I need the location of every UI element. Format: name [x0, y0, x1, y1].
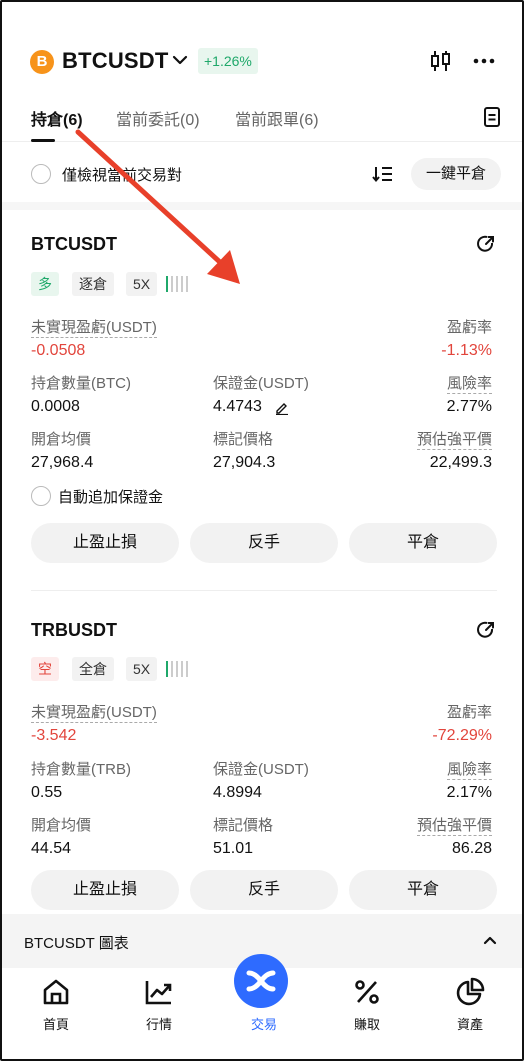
active-tab-indicator [31, 139, 55, 142]
position-size-label: 持倉數量(TRB) [31, 761, 131, 778]
more-icon[interactable] [472, 50, 496, 72]
mark-price-value: 27,904.3 [213, 454, 276, 471]
price-change-badge: +1.26% [198, 48, 258, 74]
auto-add-margin-radio[interactable] [31, 486, 51, 506]
mark-price-value: 51.01 [213, 840, 254, 857]
margin-label: 保證金(USDT) [213, 761, 309, 778]
filter-row: 僅檢視當前交易對 一鍵平倉 [2, 154, 522, 194]
tab-open-orders[interactable]: 當前委託(0) [116, 106, 200, 130]
current-pair-only-label: 僅檢視當前交易對 [62, 167, 183, 184]
share-icon[interactable] [476, 620, 496, 640]
liquidation-price-value: 86.28 [451, 840, 492, 857]
leverage-level-bars [166, 276, 191, 294]
side-tag: 多 [31, 272, 59, 296]
tp-sl-button[interactable]: 止盈止損 [31, 870, 179, 910]
leverage-level-bars [166, 661, 191, 679]
tp-sl-button[interactable]: 止盈止損 [31, 523, 179, 563]
roe-label: 盈虧率 [446, 704, 492, 721]
chevron-down-icon[interactable] [172, 50, 188, 70]
risk-rate-label: 風險率 [446, 372, 492, 394]
liquidation-price-value: 22,499.3 [429, 454, 492, 471]
chevron-up-icon[interactable] [482, 934, 498, 946]
header: B BTCUSDT +1.26% [2, 42, 522, 82]
position-size-value: 0.55 [31, 784, 63, 801]
reverse-button[interactable]: 反手 [190, 870, 338, 910]
bottom-nav: 首頁 行情 交易 賺取 資產 [2, 954, 522, 1059]
tab-positions[interactable]: 持倉(6) [31, 106, 83, 130]
roe-value: -72.29% [432, 727, 492, 744]
pie-chart-icon [456, 977, 485, 1006]
position-size-value: 0.0008 [31, 398, 80, 415]
margin-label: 保證金(USDT) [213, 375, 309, 392]
leverage-tag: 5X [126, 657, 158, 681]
sort-icon[interactable] [372, 164, 394, 184]
liquidation-price-label: 預估強平價 [416, 428, 492, 450]
mark-price-label: 標記價格 [213, 817, 274, 834]
entry-price-value: 27,968.4 [31, 454, 94, 471]
bitcoin-logo-icon: B [30, 50, 54, 74]
margin-value: 4.4743 [213, 398, 262, 415]
roe-value: -1.13% [441, 342, 492, 359]
auto-add-margin-label: 自動追加保證金 [58, 489, 164, 506]
nav-label: 首頁 [42, 1017, 69, 1032]
margin-value: 4.8994 [213, 784, 262, 801]
percent-icon [355, 980, 379, 1004]
close-all-button[interactable]: 一鍵平倉 [411, 158, 501, 190]
edit-margin-icon[interactable] [275, 401, 289, 415]
card-divider [31, 590, 497, 591]
nav-label: 資產 [456, 1017, 483, 1032]
nav-label: 交易 [250, 1017, 277, 1032]
pair-title[interactable]: BTCUSDT [62, 48, 169, 74]
margin-mode-tag: 逐倉 [72, 272, 114, 296]
risk-rate-value: 2.17% [446, 784, 492, 801]
chart-bar-label: BTCUSDT 圖表 [24, 935, 129, 952]
close-position-button[interactable]: 平倉 [349, 870, 497, 910]
margin-mode-tag: 全倉 [72, 657, 114, 681]
section-separator [2, 202, 522, 210]
nav-label: 賺取 [353, 1017, 380, 1032]
entry-price-label: 開倉均價 [31, 431, 92, 448]
app-screen: B BTCUSDT +1.26% 持倉(6) 當前委託(0) 當前跟單(6) 僅… [0, 0, 524, 1061]
mark-price-label: 標記價格 [213, 431, 274, 448]
nav-label: 行情 [145, 1017, 172, 1032]
share-icon[interactable] [476, 234, 496, 254]
unrealized-pnl-value: -0.0508 [31, 342, 86, 359]
leverage-tag: 5X [126, 272, 158, 296]
document-icon[interactable] [482, 106, 502, 128]
market-chart-icon [145, 981, 172, 1005]
trade-icon [234, 954, 288, 1008]
current-pair-only-radio[interactable] [31, 164, 51, 184]
roe-label: 盈虧率 [446, 319, 492, 336]
home-icon [43, 979, 69, 1005]
position-size-label: 持倉數量(BTC) [31, 375, 131, 392]
position-symbol: TRBUSDT [31, 620, 117, 640]
reverse-button[interactable]: 反手 [190, 523, 338, 563]
position-tabs: 持倉(6) 當前委託(0) 當前跟單(6) [2, 102, 522, 142]
side-tag: 空 [31, 657, 59, 681]
unrealized-pnl-label: 未實現盈虧(USDT) [31, 316, 157, 338]
risk-rate-value: 2.77% [446, 398, 492, 415]
entry-price-label: 開倉均價 [31, 817, 92, 834]
close-position-button[interactable]: 平倉 [349, 523, 497, 563]
tab-copy-orders[interactable]: 當前跟單(6) [235, 106, 319, 130]
unrealized-pnl-label: 未實現盈虧(USDT) [31, 701, 157, 723]
entry-price-value: 44.54 [31, 840, 72, 857]
unrealized-pnl-value: -3.542 [31, 727, 77, 744]
liquidation-price-label: 預估強平價 [416, 814, 492, 836]
candlestick-icon[interactable] [430, 48, 452, 74]
position-card-trbusdt: TRBUSDT 空 全倉 5X 未實現盈虧(USDT) 盈虧率 -3.542 -… [2, 592, 522, 912]
position-symbol: BTCUSDT [31, 234, 117, 254]
position-card-btcusdt: BTCUSDT 多 逐倉 5X 未實現盈虧(USDT) 盈虧率 -0.0508 … [2, 210, 522, 591]
risk-rate-label: 風險率 [446, 758, 492, 780]
